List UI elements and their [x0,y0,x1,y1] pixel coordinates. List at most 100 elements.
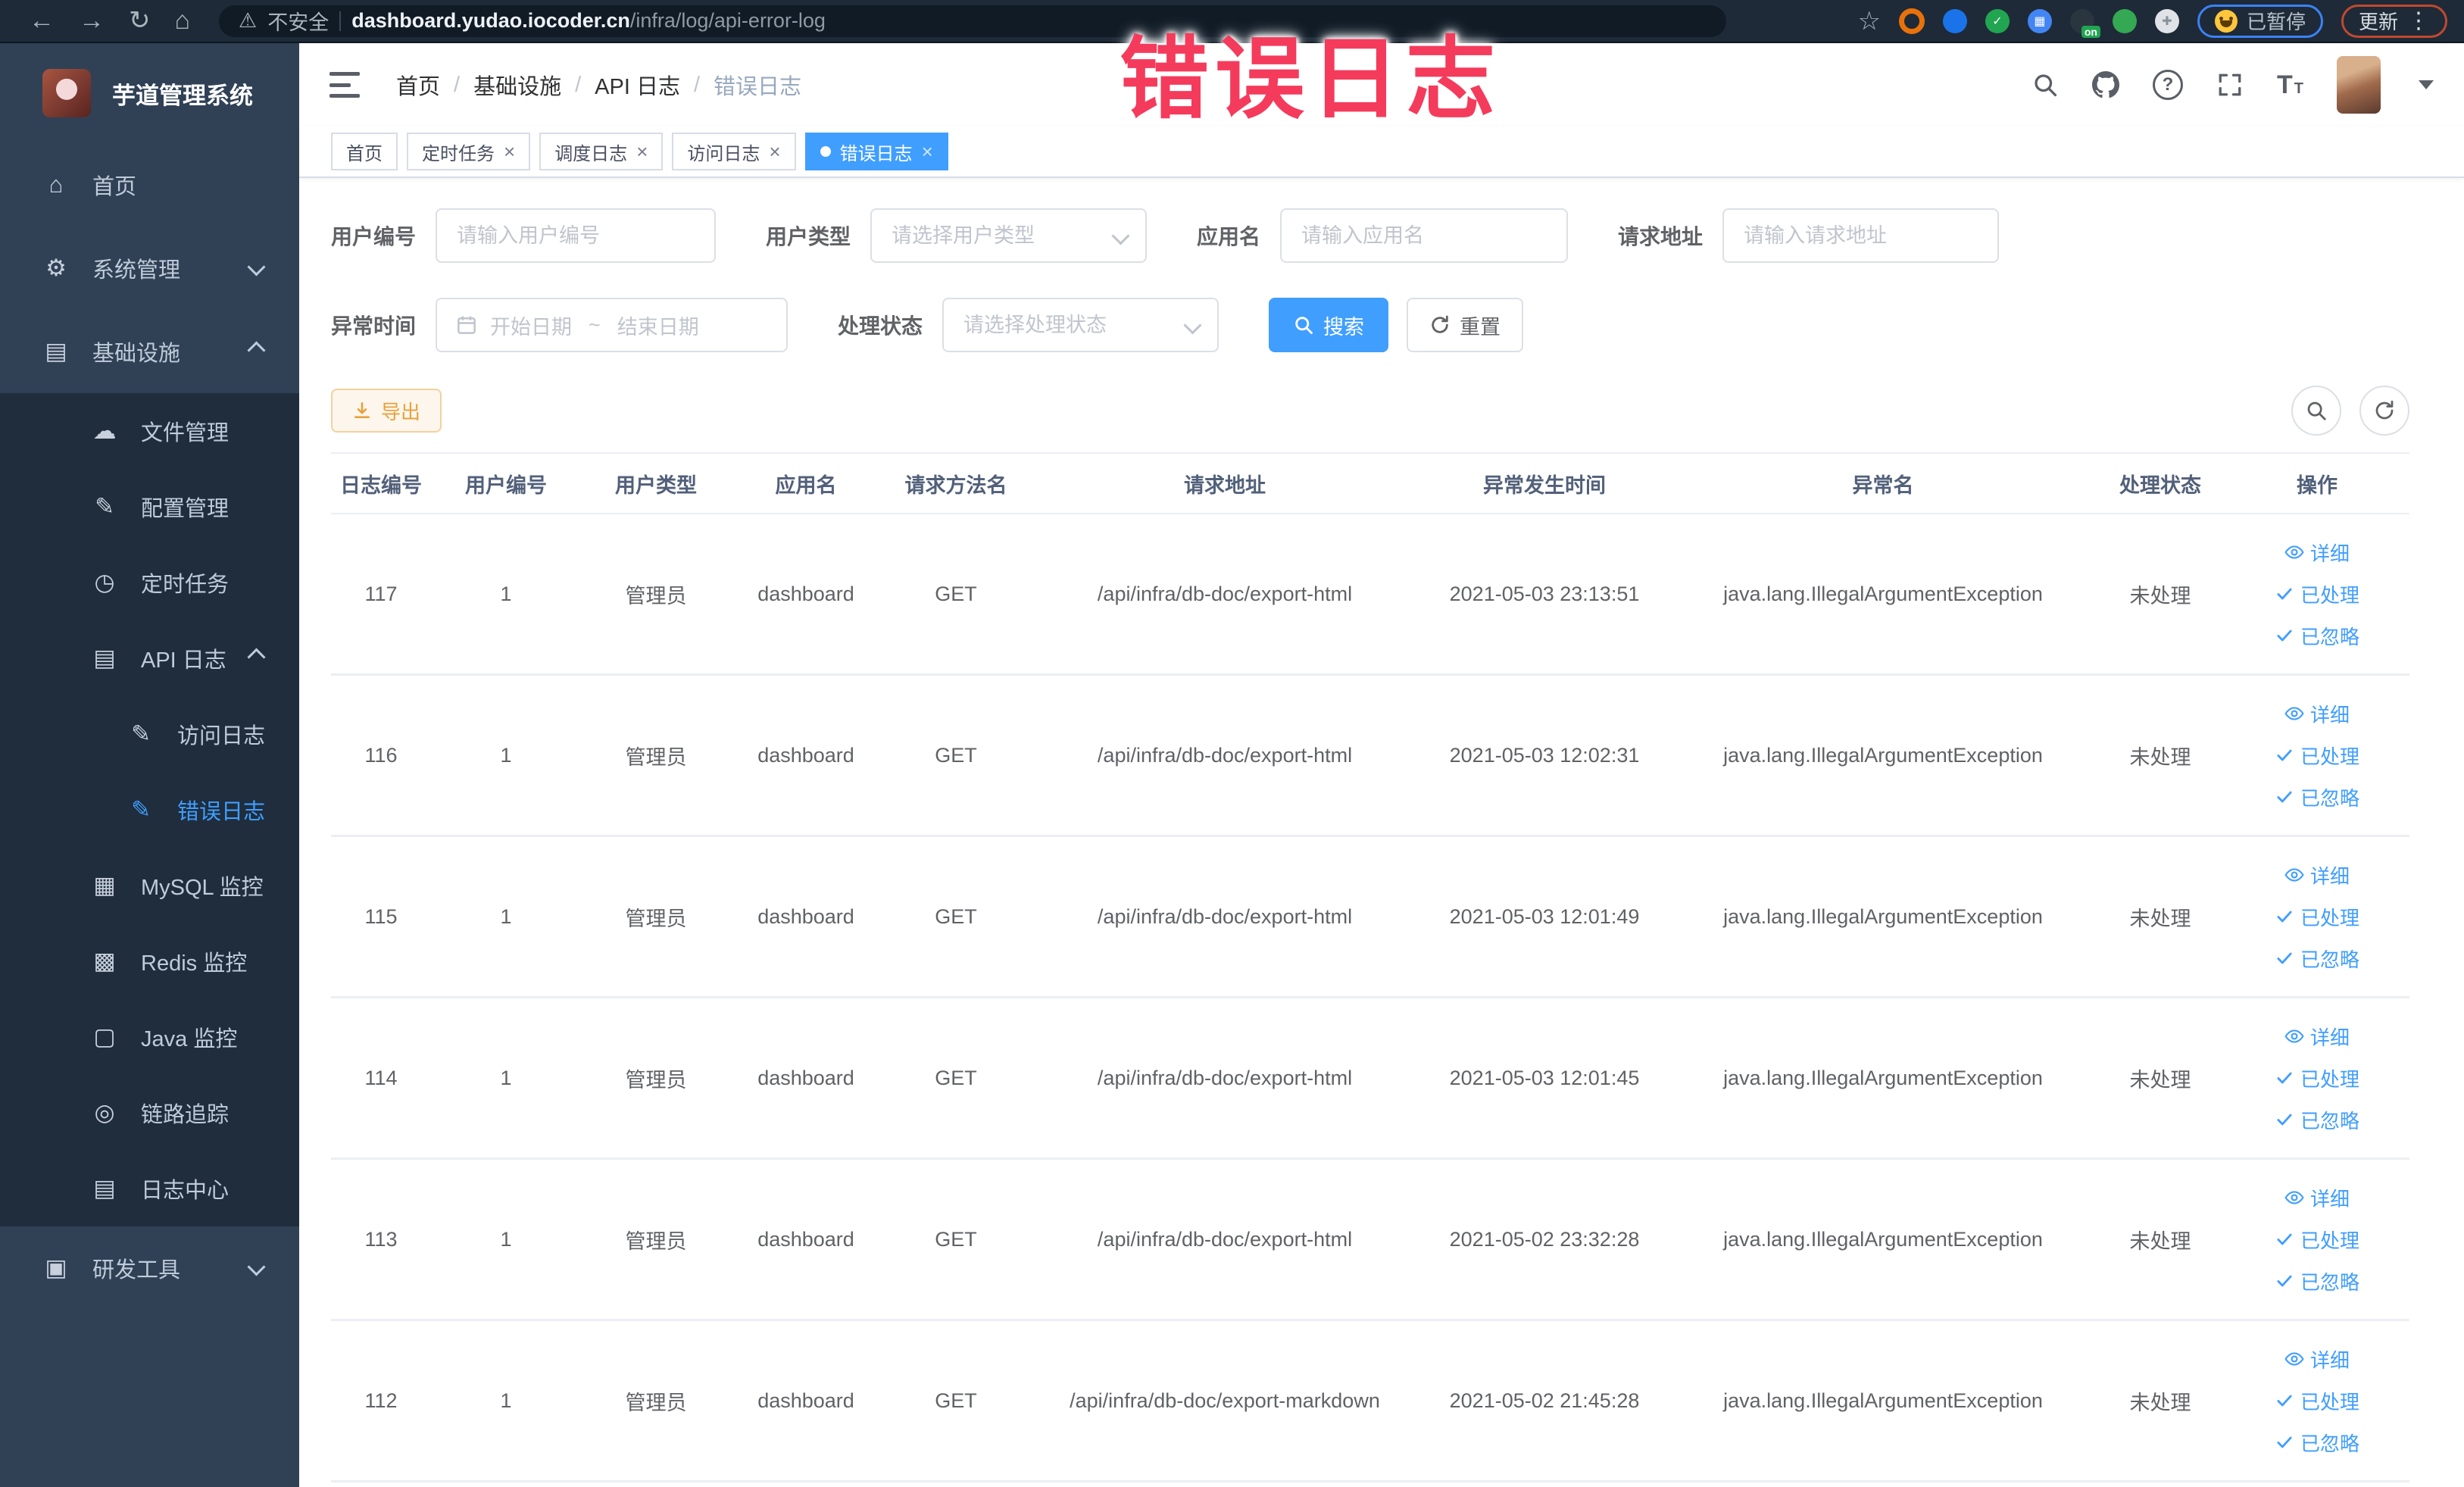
search-button[interactable]: 搜索 [1269,298,1389,352]
sidebar-item-file-manage[interactable]: ☁ 文件管理 [0,393,299,469]
extension-orange-ring-icon[interactable] [1898,8,1925,34]
log-doc-icon: ▤ [93,1175,116,1201]
extension-green-check-icon[interactable]: ✓ [1985,8,2010,33]
action-详细[interactable]: 详细 [2284,861,2350,889]
action-已忽略[interactable]: 已忽略 [2275,783,2359,811]
action-已忽略[interactable]: 已忽略 [2275,1106,2359,1134]
cell-actions: 详细已处理已忽略 [2225,1345,2409,1457]
user-type-select[interactable] [870,208,1148,263]
extension-switch-icon[interactable]: on [2069,8,2100,38]
filter-row-1: 用户编号 用户类型 应用名 [331,208,2409,263]
user-id-input[interactable] [455,223,697,248]
process-status-select[interactable] [942,298,1220,352]
sidebar-item-infra[interactable]: ▤ 基础设施 [0,310,299,393]
browser-back-icon[interactable]: ← [29,0,55,42]
user-type-input[interactable] [890,223,1109,248]
check-icon [2275,1432,2294,1452]
browser-home-icon[interactable]: ⌂ [175,0,191,42]
sidebar-item-mysql-monitor[interactable]: ▦ MySQL 监控 [0,848,299,923]
browser-reload-icon[interactable]: ↻ [129,0,151,42]
tab-close-icon[interactable]: × [922,142,933,161]
action-已处理[interactable]: 已处理 [2275,1226,2359,1254]
action-已忽略[interactable]: 已忽略 [2275,1429,2359,1457]
tab-调度日志[interactable]: 调度日志 × [539,133,664,170]
cell-user-id: 1 [500,1227,512,1251]
sidebar-logo[interactable]: 芋道管理系统 [0,43,299,143]
action-已忽略[interactable]: 已忽略 [2275,1267,2359,1295]
avatar-caret-icon[interactable] [2419,80,2434,89]
sidebar-item-redis-monitor[interactable]: ▩ Redis 监控 [0,923,299,999]
tab-close-icon[interactable]: × [636,142,648,161]
breadcrumb-item[interactable]: 首页 [396,69,440,101]
sidebar-item-config-manage[interactable]: ✎ 配置管理 [0,469,299,545]
date-range-picker[interactable]: 开始日期 ~ 结束日期 [436,298,789,352]
app-name-input[interactable] [1300,223,1549,248]
browser-forward-icon[interactable]: → [79,0,105,42]
sidebar-item-access-log[interactable]: ✎ 访问日志 [0,696,299,772]
search-icon[interactable] [2031,71,2059,98]
help-icon[interactable]: ? [2153,70,2183,100]
sidebar-item-label: 基础设施 [92,342,181,366]
toggle-search-button[interactable] [2291,386,2341,436]
action-详细[interactable]: 详细 [2284,1023,2350,1051]
extensions-puzzle-icon[interactable]: ✚ [2154,8,2179,33]
sidebar-item-java-monitor[interactable]: ▢ Java 监控 [0,999,299,1075]
action-已处理[interactable]: 已处理 [2275,903,2359,931]
github-icon[interactable] [2092,71,2119,98]
action-已处理[interactable]: 已处理 [2275,1064,2359,1092]
export-button[interactable]: 导出 [331,389,442,433]
font-size-icon[interactable]: TT [2277,72,2303,98]
breadcrumb-item[interactable]: API 日志 [595,69,680,101]
sidebar-item-dev-tools[interactable]: ▣ 研发工具 [0,1226,299,1310]
action-详细[interactable]: 详细 [2284,539,2350,567]
bookmark-star-icon[interactable]: ☆ [1857,6,1880,36]
action-已处理[interactable]: 已处理 [2275,1387,2359,1415]
extension-blue-gem-icon[interactable] [1942,8,1967,33]
update-button[interactable]: 更新 ⋮ [2341,4,2447,38]
tab-close-icon[interactable]: × [769,142,780,161]
check-icon [2275,948,2294,968]
action-已处理[interactable]: 已处理 [2275,580,2359,608]
tab-定时任务[interactable]: 定时任务 × [407,133,531,170]
action-详细[interactable]: 详细 [2284,1345,2350,1373]
check-icon [2275,1229,2294,1249]
chevron-down-icon [247,1257,266,1276]
action-label: 已处理 [2300,1390,2359,1414]
action-label: 已处理 [2300,745,2359,768]
fullscreen-icon[interactable] [2216,71,2244,98]
tab-访问日志[interactable]: 访问日志 × [672,133,796,170]
sidebar-item-scheduled-job[interactable]: ◷ 定时任务 [0,545,299,620]
table-toolbar: 导出 [331,386,2409,436]
sidebar-item-api-log[interactable]: ▤ API 日志 [0,620,299,696]
filter-request-url: 请求地址 [1618,208,2000,263]
user-avatar[interactable] [2337,56,2381,114]
action-已忽略[interactable]: 已忽略 [2275,622,2359,650]
sidebar-item-system-manage[interactable]: ⚙ 系统管理 [0,226,299,310]
end-date-placeholder[interactable]: 结束日期 [617,311,699,340]
paused-badge[interactable]: 已暂停 [2197,4,2323,38]
process-status-input[interactable] [962,312,1181,338]
cell-actions: 详细已处理已忽略 [2225,700,2409,811]
browser-menu-icon[interactable]: ⋮ [2407,8,2430,34]
tab-close-icon[interactable]: × [504,142,515,161]
extension-grid-icon[interactable]: ▦ [2027,8,2052,33]
action-已处理[interactable]: 已处理 [2275,742,2359,770]
sidebar-item-log-center[interactable]: ▤ 日志中心 [0,1151,299,1226]
sidebar-item-trace[interactable]: ◎ 链路追踪 [0,1075,299,1151]
action-详细[interactable]: 详细 [2284,700,2350,728]
reset-button[interactable]: 重置 [1407,298,1524,352]
tab-错误日志[interactable]: 错误日志 × [804,133,948,170]
refresh-button[interactable] [2359,386,2409,436]
hamburger-icon[interactable] [329,72,360,98]
error-log-table: 日志编号 用户编号 用户类型 应用名 请求方法名 请求地址 异常发生时间 异常名 处理状态 操作 1… [331,452,2409,1482]
table-tools [2291,386,2409,436]
request-url-input[interactable] [1742,223,1980,248]
sidebar-item-home[interactable]: ⌂ 首页 [0,143,299,226]
action-已忽略[interactable]: 已忽略 [2275,945,2359,973]
action-详细[interactable]: 详细 [2284,1184,2350,1212]
tab-首页[interactable]: 首页 [331,133,398,170]
breadcrumb-item[interactable]: 基础设施 [473,69,561,101]
extension-leaf-icon[interactable] [2112,8,2137,33]
sidebar-item-error-log[interactable]: ✎ 错误日志 [0,772,299,848]
start-date-placeholder[interactable]: 开始日期 [490,311,572,340]
